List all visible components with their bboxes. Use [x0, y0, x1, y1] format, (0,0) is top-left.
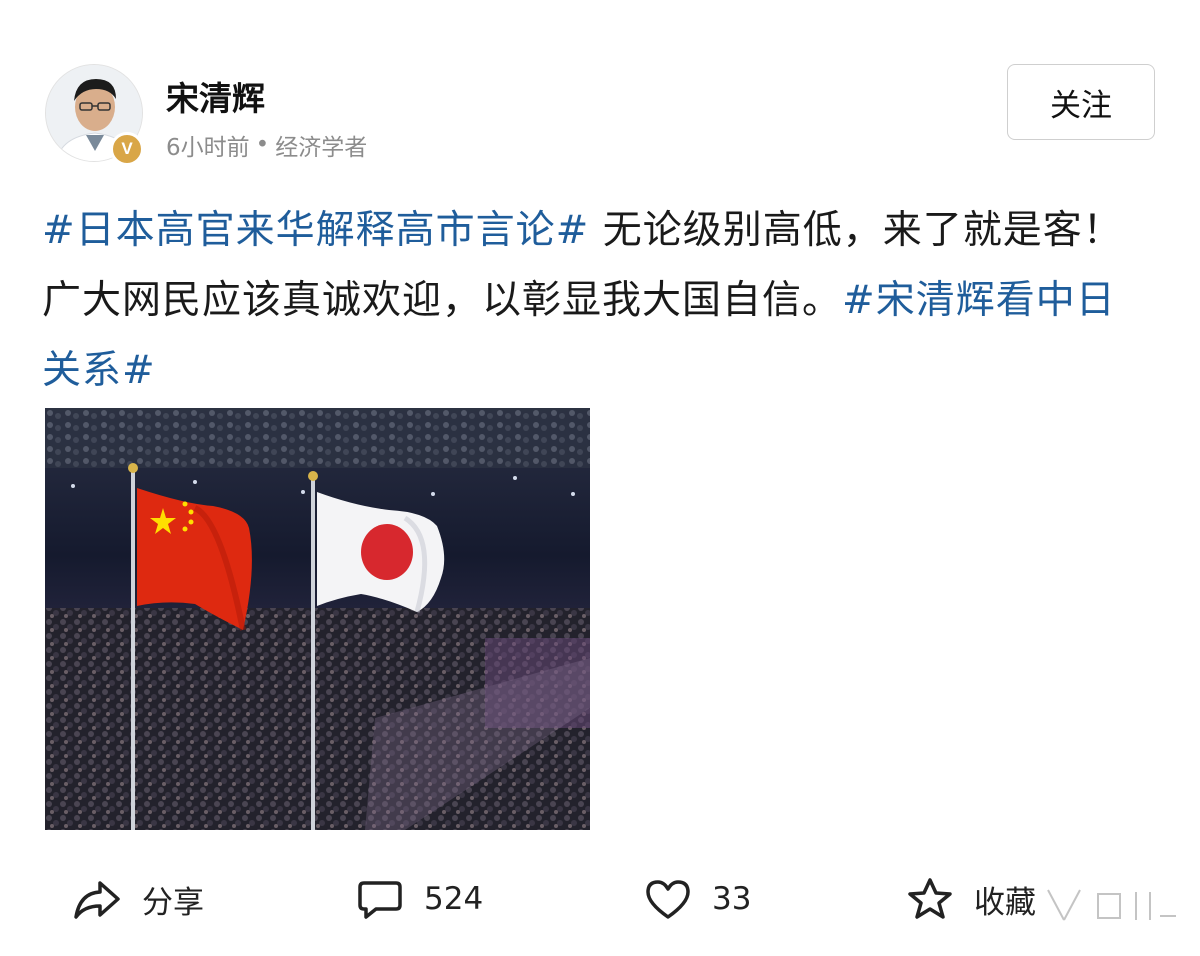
author-name[interactable]: 宋清辉 — [166, 72, 265, 120]
meta-separator: • — [255, 132, 270, 158]
flags-photo — [45, 408, 590, 830]
follow-button[interactable]: 关注 — [1007, 64, 1155, 140]
post-time: 6小时前 — [166, 135, 250, 161]
share-button[interactable]: 分享 — [72, 866, 204, 932]
comment-count: 524 — [424, 881, 484, 917]
author-title: 经济学者 — [275, 135, 368, 161]
action-bar: 分享 524 33 收藏 — [0, 866, 1200, 932]
post-card: V 宋清辉 6小时前 • 经济学者 关注 #日本高官来华解释高市言论# 无论级别… — [0, 0, 1200, 956]
star-icon — [908, 878, 952, 919]
like-count: 33 — [712, 881, 752, 917]
heart-icon — [646, 880, 690, 919]
share-label: 分享 — [142, 884, 204, 921]
like-button[interactable]: 33 — [644, 866, 751, 932]
author-meta: 6小时前 • 经济学者 — [166, 128, 367, 162]
post-text: #日本高官来华解释高市言论# 无论级别高低，来了就是客！广大网民应该真诚欢迎，以… — [42, 196, 1142, 406]
hashtag-link[interactable]: #日本高官来华解释高市言论# — [42, 208, 589, 253]
watermark-icon — [1040, 880, 1180, 928]
favorite-button[interactable]: 收藏 — [906, 866, 1036, 932]
comment-icon — [358, 881, 402, 919]
avatar[interactable]: V — [45, 64, 144, 166]
share-icon — [74, 881, 120, 919]
post-image[interactable] — [45, 408, 590, 830]
verified-badge: V — [110, 132, 144, 166]
comment-button[interactable]: 524 — [356, 866, 483, 932]
favorite-label: 收藏 — [974, 884, 1036, 921]
